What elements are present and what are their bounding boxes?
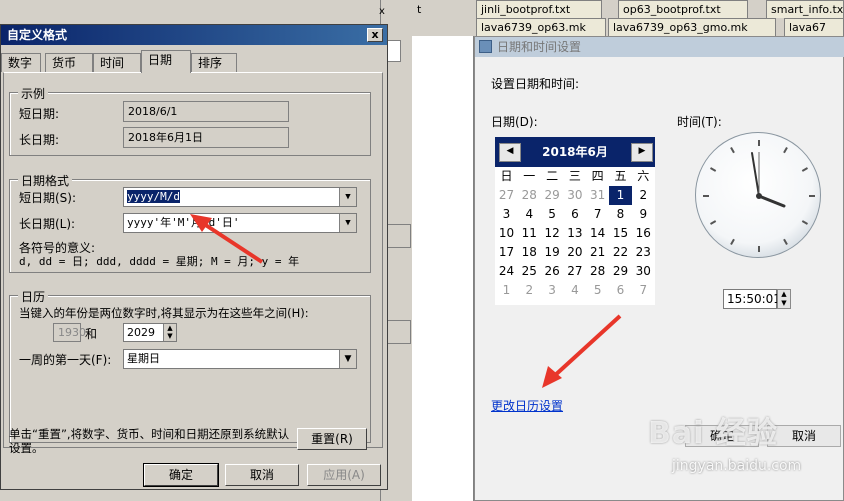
tab-date[interactable]: 日期: [141, 50, 191, 73]
watermark-url: jingyan.baidu.com: [672, 458, 801, 474]
tab-label: 日期: [148, 53, 173, 67]
arrow-to-short-date: [190, 214, 264, 264]
watermark-logo: Bai 经验: [648, 408, 778, 452]
watermark-text: Bai 经验: [648, 416, 778, 451]
watermark-url-text: jingyan.baidu.com: [672, 458, 802, 474]
arrow-to-calendar-link: [542, 314, 622, 388]
